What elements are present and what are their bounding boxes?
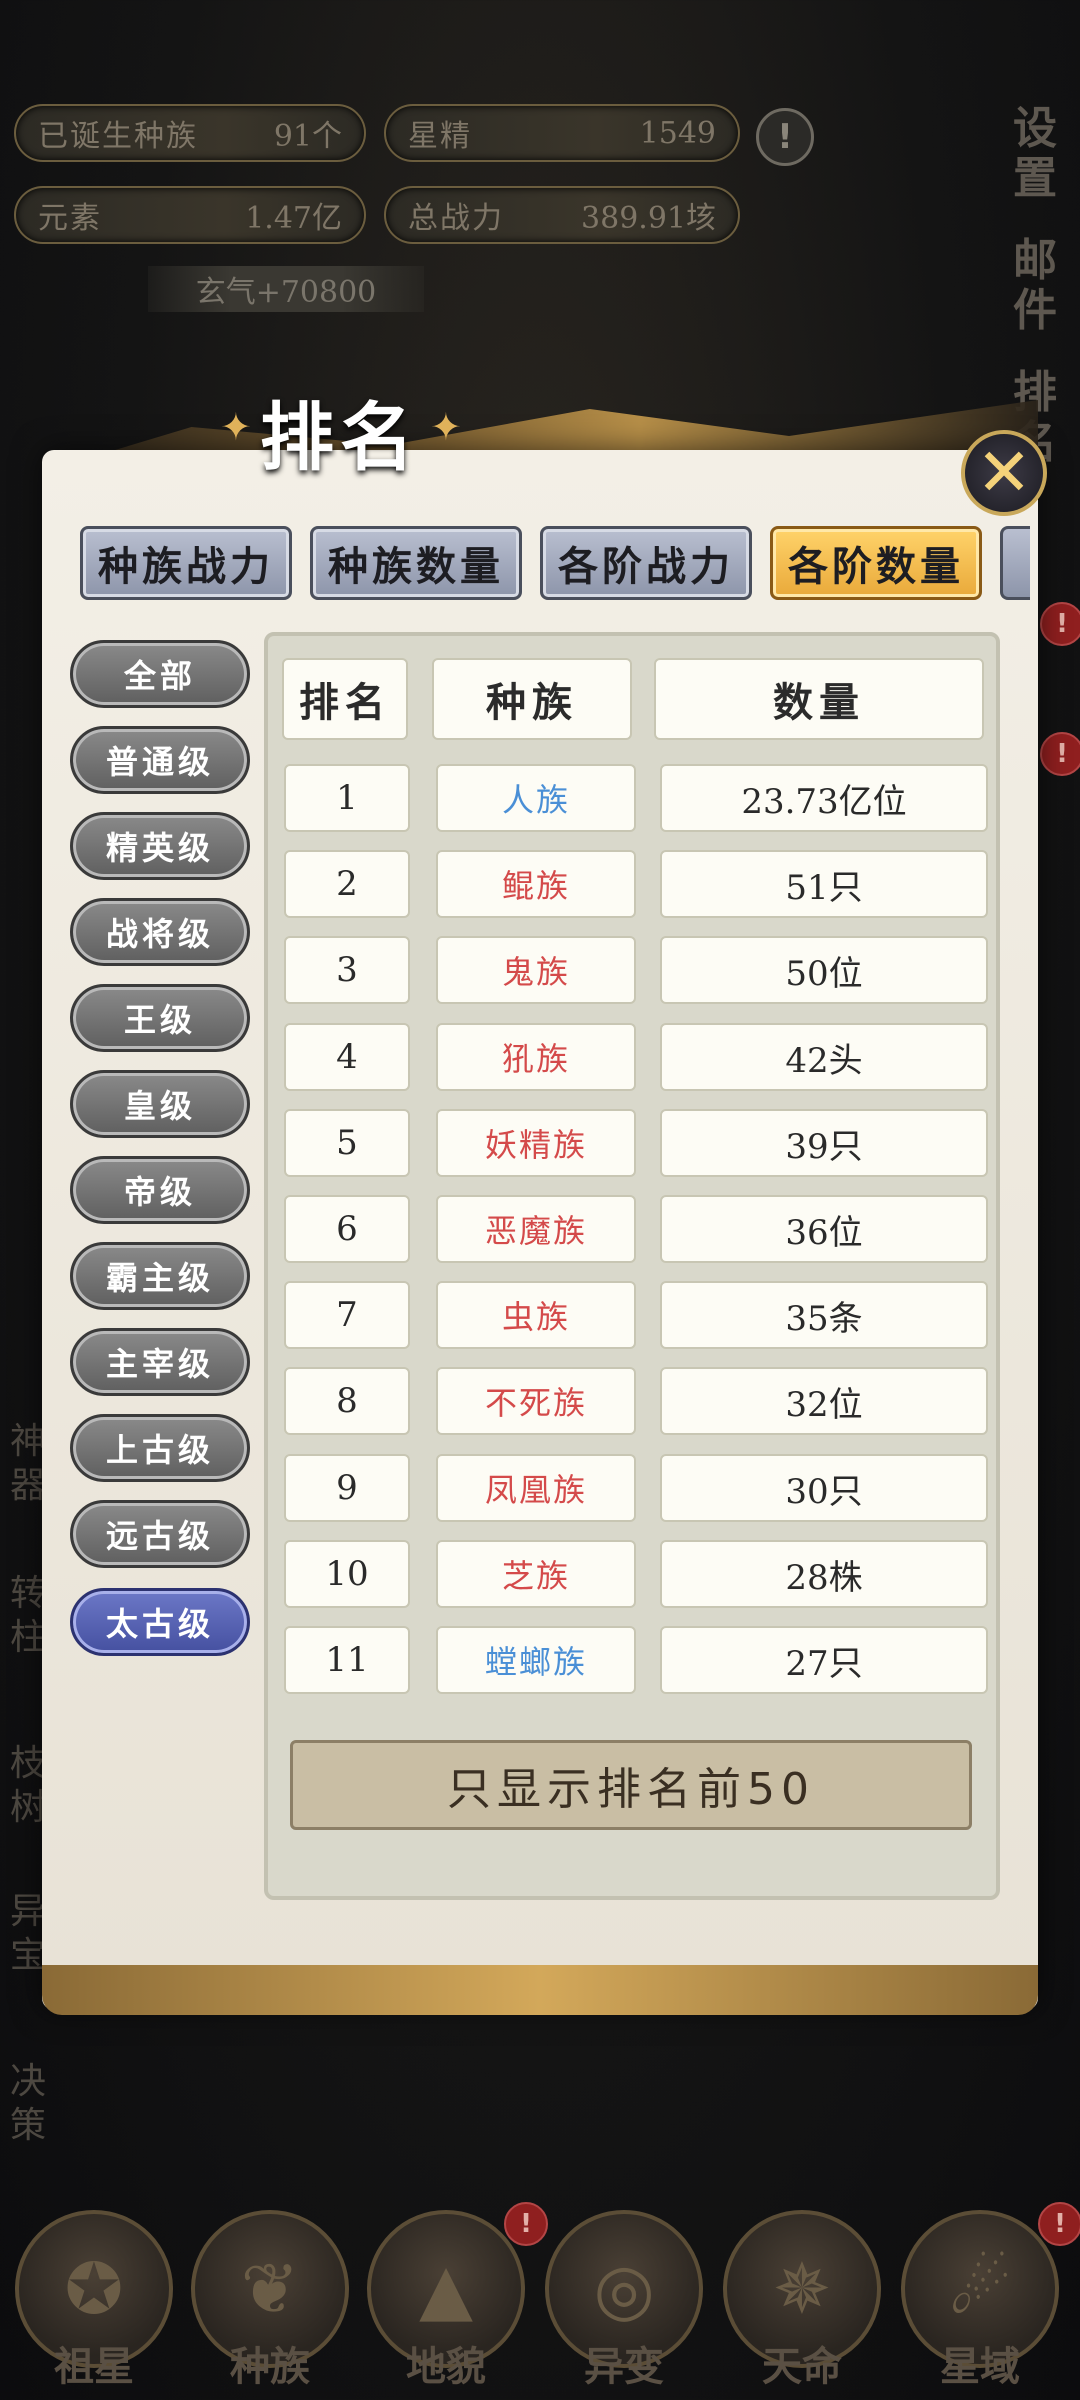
nav-label: 种族	[230, 2343, 310, 2390]
star-essence-label: 星精	[408, 119, 472, 154]
rank-cell: 11	[284, 1626, 410, 1694]
rank-cell: 4	[284, 1023, 410, 1091]
notification-badge: !	[1038, 2202, 1080, 2246]
total-power-value: 389.91垓	[581, 201, 716, 236]
race-cell: 虫族	[436, 1281, 636, 1349]
count-cell: 32位	[660, 1367, 988, 1435]
rank-cell: 7	[284, 1281, 410, 1349]
level-sovereign[interactable]: 帝级	[70, 1156, 250, 1224]
rank-cell: 10	[284, 1540, 410, 1608]
header-rank: 排名	[282, 658, 408, 740]
total-power-stat: 总战力 389.91垓	[384, 186, 740, 244]
count-cell: 42头	[660, 1023, 988, 1091]
level-dominator[interactable]: 主宰级	[70, 1328, 250, 1396]
rank-cell: 6	[284, 1195, 410, 1263]
notification-badge: !	[1040, 602, 1080, 646]
xuanqi-gain: 玄气+70800	[148, 266, 424, 312]
star-essence-value: 1549	[639, 115, 716, 151]
tab-more[interactable]	[1000, 526, 1030, 600]
close-icon[interactable]: ✕	[961, 430, 1047, 516]
level-general[interactable]: 战将级	[70, 898, 250, 966]
nav-label: 地貌	[406, 2343, 486, 2390]
rank-cell: 3	[284, 936, 410, 1004]
level-overlord[interactable]: 霸主级	[70, 1242, 250, 1310]
title-ornament-icon: ✦	[220, 405, 252, 449]
tab-tier-power[interactable]: 各阶战力	[540, 526, 752, 600]
total-power-label: 总战力	[408, 201, 504, 236]
rank-cell: 5	[284, 1109, 410, 1177]
star-essence-stat: 星精 1549	[384, 104, 740, 162]
level-emperor[interactable]: 皇级	[70, 1070, 250, 1138]
races-born-label: 已诞生种族	[38, 119, 198, 154]
nav-mutation[interactable]: ◎ 异变	[544, 2210, 704, 2400]
race-cell: 螳螂族	[436, 1626, 636, 1694]
level-elite[interactable]: 精英级	[70, 812, 250, 880]
race-cell: 妖精族	[436, 1109, 636, 1177]
race-cell: 凤凰族	[436, 1454, 636, 1522]
top50-notice: 只显示排名前50	[290, 1740, 972, 1830]
count-cell: 28株	[660, 1540, 988, 1608]
mail-button[interactable]: 邮件	[990, 236, 1080, 336]
tab-race-count[interactable]: 种族数量	[310, 526, 522, 600]
title-ornament-icon: ✦	[430, 405, 462, 449]
races-born-value: 91个	[273, 119, 342, 154]
nav-label: 异变	[584, 2343, 664, 2390]
race-cell: 鬼族	[436, 936, 636, 1004]
race-cell: 人族	[436, 764, 636, 832]
element-label: 元素	[38, 201, 102, 236]
count-cell: 39只	[660, 1109, 988, 1177]
rank-cell: 8	[284, 1367, 410, 1435]
count-cell: 27只	[660, 1626, 988, 1694]
race-cell: 鲲族	[436, 850, 636, 918]
nav-label: 星域	[940, 2343, 1020, 2390]
race-cell: 芝族	[436, 1540, 636, 1608]
nav-ancestor-star[interactable]: ✪ 祖星	[14, 2210, 174, 2400]
tab-tier-count[interactable]: 各阶数量	[770, 526, 982, 600]
tab-race-power[interactable]: 种族战力	[80, 526, 292, 600]
nav-label: 祖星	[54, 2343, 134, 2390]
modal-title: 排名	[260, 395, 420, 481]
notification-badge: !	[1040, 732, 1080, 776]
count-cell: 30只	[660, 1454, 988, 1522]
nav-fate[interactable]: ✵ 天命	[722, 2210, 882, 2400]
race-cell: 不死族	[436, 1367, 636, 1435]
bottom-nav: ✪ 祖星 ❦ 种族 ▲ 地貌 ◎ 异变 ✵ 天命 ☄ 星域 ! !	[0, 2200, 1080, 2400]
header-race: 种族	[432, 658, 632, 740]
level-remote-ancient[interactable]: 远古级	[70, 1500, 250, 1568]
decision-button[interactable]: 决策	[0, 2060, 56, 2148]
count-cell: 35条	[660, 1281, 988, 1349]
modal-bottom-ornament	[42, 1965, 1038, 2015]
level-primordial[interactable]: 太古级	[70, 1588, 250, 1656]
level-normal[interactable]: 普通级	[70, 726, 250, 794]
races-born-stat: 已诞生种族 91个	[14, 104, 366, 162]
level-all[interactable]: 全部	[70, 640, 250, 708]
race-cell: 恶魔族	[436, 1195, 636, 1263]
notification-badge: !	[504, 2202, 548, 2246]
info-icon[interactable]: !	[756, 108, 814, 166]
level-king[interactable]: 王级	[70, 984, 250, 1052]
nav-star-domain[interactable]: ☄ 星域	[900, 2210, 1060, 2400]
header-count: 数量	[654, 658, 984, 740]
count-cell: 36位	[660, 1195, 988, 1263]
count-cell: 51只	[660, 850, 988, 918]
count-cell: 23.73亿位	[660, 764, 988, 832]
element-stat: 元素 1.47亿	[14, 186, 366, 244]
race-cell: 犼族	[436, 1023, 636, 1091]
nav-race[interactable]: ❦ 种族	[190, 2210, 350, 2400]
level-ancient[interactable]: 上古级	[70, 1414, 250, 1482]
nav-landscape[interactable]: ▲ 地貌	[366, 2210, 526, 2400]
rank-cell: 2	[284, 850, 410, 918]
settings-button[interactable]: 设置	[990, 104, 1080, 204]
element-value: 1.47亿	[245, 201, 342, 236]
rank-cell: 1	[284, 764, 410, 832]
count-cell: 50位	[660, 936, 988, 1004]
nav-label: 天命	[762, 2343, 842, 2390]
rank-cell: 9	[284, 1454, 410, 1522]
